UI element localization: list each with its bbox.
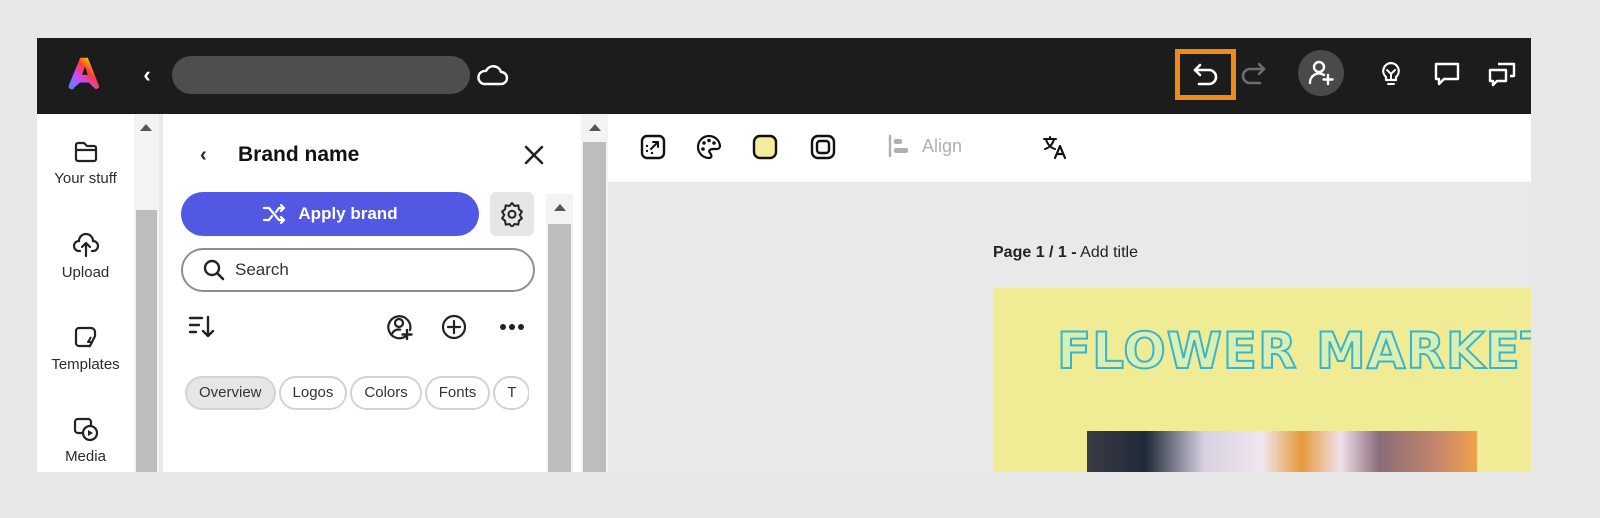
translate-icon	[1043, 136, 1067, 160]
undo-button[interactable]	[1175, 49, 1236, 100]
add-user-icon	[1308, 60, 1334, 86]
chip-logos[interactable]: Logos	[278, 376, 348, 410]
add-button[interactable]	[439, 312, 469, 342]
top-bar: ‹	[37, 38, 1531, 114]
rail-item-templates[interactable]: Templates	[37, 324, 134, 373]
scrollbar-thumb[interactable]	[548, 224, 571, 472]
scroll-up-arrow-icon[interactable]	[554, 204, 566, 211]
rail-label: Upload	[61, 264, 110, 281]
scroll-up-arrow-icon[interactable]	[140, 124, 152, 131]
app-window: ‹ Your stuff Upload Templates Media ‹ Br…	[37, 38, 1531, 472]
flower-photo[interactable]	[1087, 431, 1477, 472]
redo-icon	[1241, 62, 1266, 85]
design-page[interactable]: FLOWER MARKET	[993, 288, 1531, 472]
palette-icon	[696, 134, 722, 160]
brand-settings-button[interactable]	[490, 192, 534, 236]
redo-button[interactable]	[1235, 54, 1271, 94]
panel-title: Brand name	[238, 143, 360, 166]
chip-more[interactable]: T	[493, 376, 529, 410]
resize-icon	[640, 134, 666, 160]
panel-outer-scrollbar[interactable]	[581, 114, 608, 472]
align-left-icon	[888, 134, 908, 158]
apply-brand-button[interactable]: Apply brand	[181, 192, 479, 236]
sort-icon	[188, 315, 215, 338]
chat-bubbles-icon	[1488, 62, 1516, 87]
shuffle-icon	[263, 203, 286, 225]
scroll-up-arrow-icon[interactable]	[589, 124, 601, 131]
lightbulb-icon	[1382, 61, 1400, 85]
share-brand-button[interactable]	[385, 312, 415, 342]
media-icon	[73, 417, 98, 442]
panel-back-button[interactable]: ‹	[200, 144, 207, 167]
align-label: Align	[922, 135, 963, 156]
category-chips: Overview Logos Colors Fonts T	[185, 376, 529, 412]
align-button[interactable]: Align	[888, 134, 962, 158]
brand-panel: ‹ Brand name Apply brand Search Overview…	[163, 114, 581, 472]
page-title-field[interactable]: Add title	[1080, 244, 1138, 261]
scrollbar-thumb[interactable]	[583, 142, 606, 472]
chip-overview[interactable]: Overview	[185, 376, 276, 410]
border-button[interactable]	[808, 132, 838, 162]
rail-item-upload[interactable]: Upload	[37, 232, 134, 281]
cloud-upload-icon	[72, 232, 99, 258]
left-rail: Your stuff Upload Templates Media	[37, 114, 134, 472]
invite-button[interactable]	[1298, 50, 1344, 96]
rail-label: Templates	[51, 356, 120, 373]
comment-button[interactable]	[1430, 56, 1464, 92]
rail-item-media[interactable]: Media	[37, 416, 134, 465]
tips-button[interactable]	[1374, 56, 1408, 92]
gear-icon	[501, 202, 523, 227]
close-icon[interactable]	[521, 142, 547, 168]
rail-label: Media	[65, 448, 106, 465]
search-field[interactable]	[181, 248, 535, 292]
translate-button[interactable]	[1040, 132, 1070, 162]
border-icon	[810, 134, 836, 160]
panel-scrollbar[interactable]	[546, 194, 573, 472]
adobe-express-logo[interactable]	[65, 54, 103, 92]
templates-icon	[74, 326, 96, 348]
color-swatch-icon	[752, 134, 778, 160]
chip-fonts[interactable]: Fonts	[424, 376, 491, 410]
more-icon	[500, 324, 524, 330]
resize-button[interactable]	[638, 132, 668, 162]
add-person-circle-icon	[387, 315, 413, 341]
context-toolbar: Align	[608, 114, 1531, 182]
design-canvas: Page 1 / 1 - Add title FLOWER MARKET	[608, 182, 1531, 472]
design-title-text[interactable]: FLOWER MARKET	[1056, 321, 1531, 381]
document-title-field[interactable]	[172, 56, 470, 94]
plus-circle-icon	[441, 314, 467, 340]
theme-button[interactable]	[694, 132, 724, 162]
chip-colors[interactable]: Colors	[350, 376, 422, 410]
chat-button[interactable]	[1485, 56, 1519, 92]
scrollbar-thumb[interactable]	[136, 210, 157, 472]
rail-scrollbar[interactable]	[134, 114, 159, 472]
rail-label: Your stuff	[54, 170, 117, 187]
cloud-icon[interactable]	[475, 60, 509, 90]
rail-item-your-stuff[interactable]: Your stuff	[37, 140, 134, 187]
page-label: Page 1 / 1 - Add title	[993, 244, 1138, 262]
comment-icon	[1434, 62, 1460, 86]
undo-icon	[1193, 63, 1217, 85]
search-input[interactable]	[235, 260, 495, 280]
back-button[interactable]: ‹	[135, 60, 159, 90]
fill-color-button[interactable]	[750, 132, 780, 162]
page-number: Page 1 / 1 -	[993, 244, 1077, 261]
search-icon	[203, 259, 225, 281]
sort-button[interactable]	[187, 312, 217, 342]
folder-icon	[74, 141, 97, 163]
apply-brand-label: Apply brand	[298, 204, 398, 223]
more-options-button[interactable]	[497, 312, 527, 342]
